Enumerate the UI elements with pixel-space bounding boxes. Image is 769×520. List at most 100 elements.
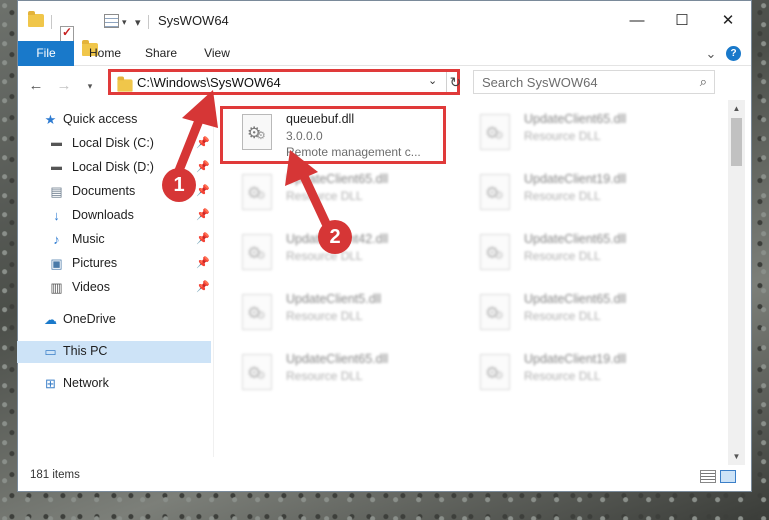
pin-icon[interactable]: 📌	[196, 280, 210, 293]
details-view-icon[interactable]	[700, 470, 716, 483]
sidebar-item-label: Local Disk (C:)	[72, 136, 154, 150]
address-path[interactable]: C:\Windows\SysWOW64	[137, 75, 281, 90]
pane-divider	[213, 105, 214, 457]
properties-check-icon[interactable]	[60, 25, 74, 42]
vertical-scrollbar[interactable]: ▲ ▼	[728, 100, 745, 465]
file-name: UpdateClient5.dll	[286, 292, 382, 306]
pin-icon[interactable]: 📌	[196, 136, 210, 149]
file-name: UpdateClient19.dll	[524, 172, 627, 186]
file-name: UpdateClient65.dll	[524, 292, 627, 306]
sidebar-item-this-pc[interactable]: ▭ This PC	[17, 341, 211, 363]
recent-locations-icon[interactable]: ▾	[80, 76, 100, 96]
file-type: Resource DLL	[286, 369, 363, 383]
status-bar: 181 items	[18, 466, 751, 490]
tab-home[interactable]: Home	[80, 41, 130, 66]
search-input[interactable]: Search SysWOW64	[482, 75, 598, 90]
ribbon-expand-icon[interactable]: ⌄	[704, 41, 718, 66]
refresh-icon[interactable]: ↻	[446, 72, 464, 92]
address-dropdown-icon[interactable]: ⌄	[428, 74, 437, 87]
dll-file-icon	[242, 174, 272, 210]
drive-icon: ▬	[51, 137, 62, 149]
sidebar-item-label: Local Disk (D:)	[72, 160, 154, 174]
download-icon: ↓	[53, 208, 60, 223]
large-icons-view-icon[interactable]	[720, 470, 736, 483]
tab-file[interactable]: File	[18, 41, 74, 66]
search-box[interactable]: Search SysWOW64 ⌕	[473, 70, 715, 94]
sidebar-item-network[interactable]: ⊞ Network	[17, 373, 211, 395]
close-button[interactable]: ✕	[705, 7, 751, 35]
file-type: Resource DLL	[524, 309, 601, 323]
sidebar-item-label: OneDrive	[63, 312, 116, 326]
file-name: UpdateClient65.dll	[286, 352, 389, 366]
pin-icon[interactable]: 📌	[196, 256, 210, 269]
tab-view[interactable]: View	[194, 41, 240, 66]
step-badge-2: 2	[318, 220, 352, 254]
file-type: Resource DLL	[286, 309, 363, 323]
sidebar-item-label: This PC	[63, 344, 108, 358]
sidebar-item-local-disk-c[interactable]: ▬ Local Disk (C:) 📌	[17, 133, 211, 155]
tab-share[interactable]: Share	[138, 41, 184, 66]
customize-toolbar-icon[interactable]	[104, 14, 119, 28]
help-icon[interactable]: ?	[726, 46, 741, 61]
pin-icon[interactable]: 📌	[196, 208, 210, 221]
dll-file-icon	[480, 234, 510, 270]
file-name: UpdateClient65.dll	[286, 172, 389, 186]
file-highlight-box	[220, 106, 446, 164]
search-icon[interactable]: ⌕	[700, 74, 707, 90]
file-item[interactable]: UpdateClient65.dll Resource DLL	[476, 108, 700, 160]
scroll-thumb[interactable]	[731, 118, 742, 166]
file-item[interactable]: UpdateClient65.dll Resource DLL	[238, 168, 462, 220]
file-type: Resource DLL	[524, 189, 601, 203]
ribbon-tabs: File Home Share View ⌄ ?	[18, 41, 751, 66]
star-icon: ★	[44, 112, 57, 127]
file-name: UpdateClient19.dll	[524, 352, 627, 366]
maximize-button[interactable]: ☐	[659, 7, 705, 35]
divider	[148, 15, 149, 29]
file-type: Resource DLL	[286, 189, 363, 203]
title-bar: ▾ ▾ SysWOW64 — ☐ ✕	[18, 1, 751, 56]
file-item[interactable]: UpdateClient5.dll Resource DLL	[238, 288, 462, 340]
file-item[interactable]: UpdateClient65.dll Resource DLL	[476, 228, 700, 280]
sidebar-item-videos[interactable]: ▥ Videos 📌	[17, 277, 211, 299]
file-item[interactable]: UpdateClient19.dll Resource DLL	[476, 168, 700, 220]
sidebar-item-onedrive[interactable]: ☁ OneDrive	[17, 309, 211, 331]
drive-icon: ▬	[51, 161, 62, 173]
dll-file-icon	[480, 354, 510, 390]
file-item[interactable]: UpdateClient19.dll Resource DLL	[476, 348, 700, 400]
item-count: 181 items	[30, 469, 80, 481]
sidebar-item-pictures[interactable]: ▣ Pictures 📌	[17, 253, 211, 275]
pin-icon[interactable]: 📌	[196, 232, 210, 245]
forward-arrow-icon[interactable]: →	[54, 76, 74, 96]
pin-icon[interactable]: 📌	[196, 160, 210, 173]
computer-icon: ▭	[44, 344, 57, 359]
pictures-icon: ▣	[50, 256, 63, 271]
network-icon: ⊞	[45, 376, 56, 391]
file-item[interactable]: UpdateClient65.dll Resource DLL	[238, 348, 462, 400]
dll-file-icon	[480, 114, 510, 150]
dll-file-icon	[242, 294, 272, 330]
sidebar-item-label: Videos	[72, 280, 110, 294]
address-bar[interactable]: C:\Windows\SysWOW64 ⌄ ↻	[108, 69, 461, 95]
music-icon: ♪	[53, 232, 60, 247]
file-type: Resource DLL	[524, 369, 601, 383]
minimize-button[interactable]: —	[614, 7, 660, 35]
sidebar-item-quick-access[interactable]: ★ Quick access	[17, 109, 211, 131]
documents-icon: ▤	[50, 184, 63, 199]
dll-file-icon	[480, 294, 510, 330]
sidebar-item-downloads[interactable]: ↓ Downloads 📌	[17, 205, 211, 227]
scroll-down-icon[interactable]: ▼	[728, 448, 745, 465]
cloud-icon: ☁	[44, 312, 57, 327]
file-type: Resource DLL	[524, 129, 601, 143]
scroll-up-icon[interactable]: ▲	[728, 100, 745, 117]
file-type: Resource DLL	[524, 249, 601, 263]
back-arrow-icon[interactable]: ←	[26, 76, 46, 96]
file-item[interactable]: UpdateClient65.dll Resource DLL	[476, 288, 700, 340]
dll-file-icon	[480, 174, 510, 210]
sidebar-item-label: Network	[63, 376, 109, 390]
sidebar-item-label: Downloads	[72, 208, 134, 222]
sidebar-item-music[interactable]: ♪ Music 📌	[17, 229, 211, 251]
pin-icon[interactable]: 📌	[196, 184, 210, 197]
toolbar-dropdown-icon[interactable]: ▾	[122, 17, 127, 28]
sidebar-item-label: Quick access	[63, 112, 138, 126]
quick-access-dropdown-icon[interactable]: ▾	[135, 16, 141, 29]
